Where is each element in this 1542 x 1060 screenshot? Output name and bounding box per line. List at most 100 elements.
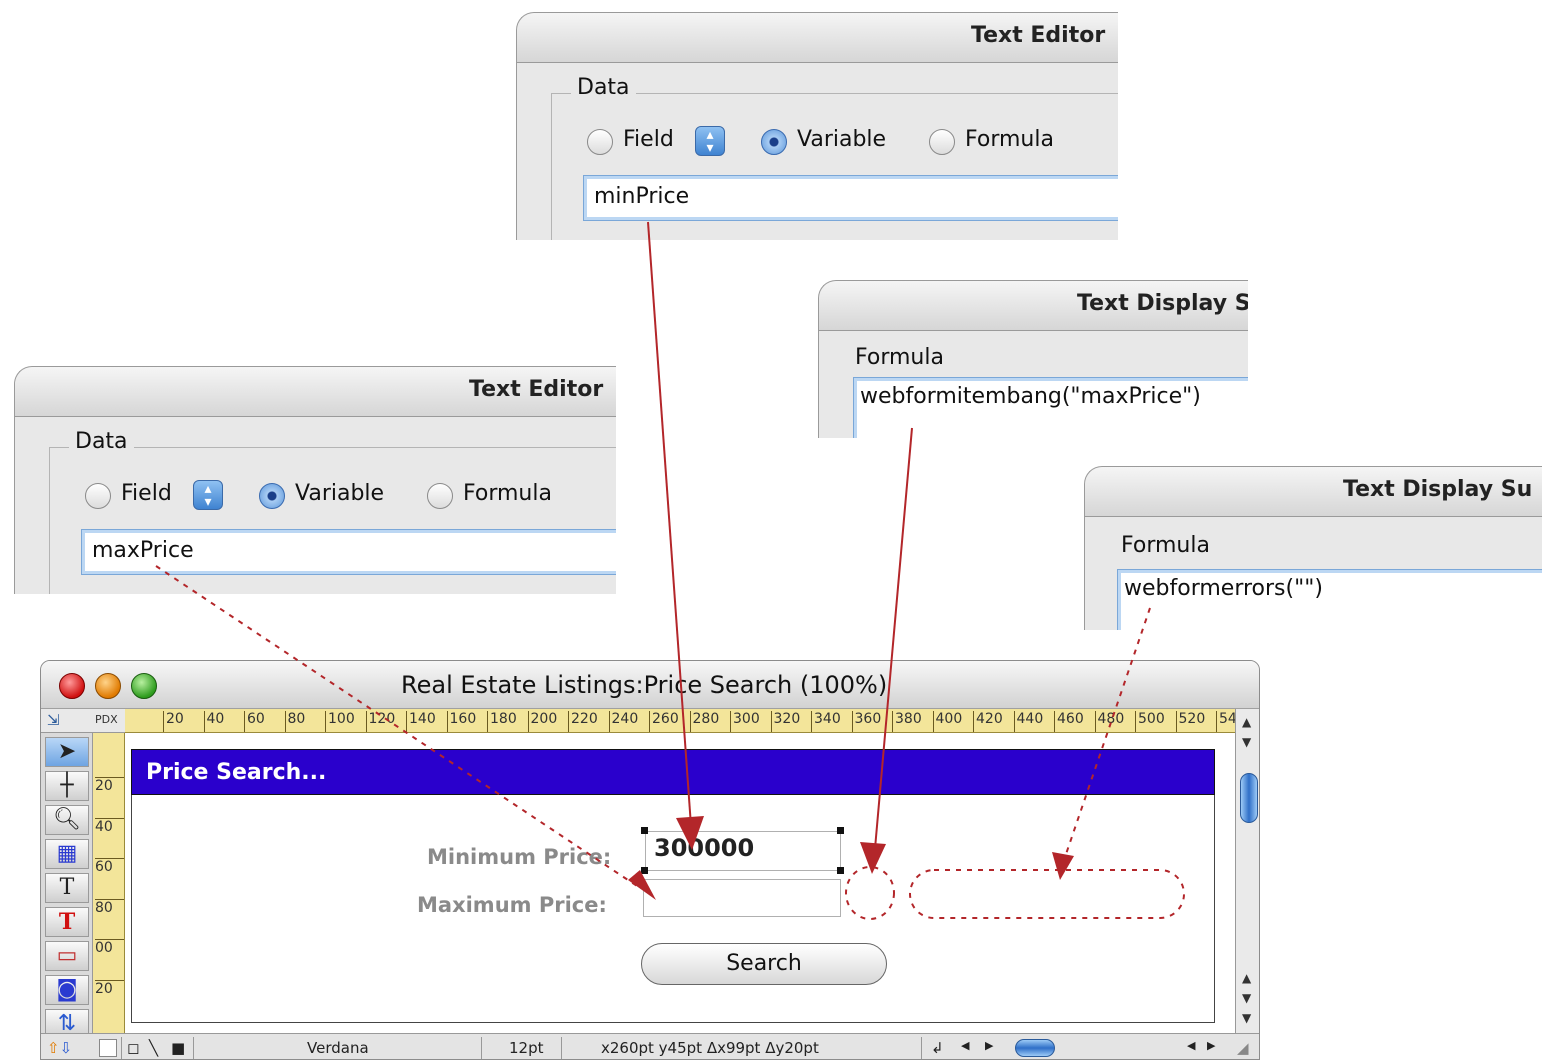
radio-formula[interactable] bbox=[427, 483, 453, 509]
crosshair-tool-icon[interactable]: ┼ bbox=[45, 771, 89, 801]
ruler-tick: 54 bbox=[1216, 711, 1235, 732]
ruler-tick: 240 bbox=[608, 711, 638, 732]
window-titlebar: Real Estate Listings:Price Search (100%) bbox=[41, 661, 1259, 709]
form-header: Price Search... bbox=[131, 749, 1215, 795]
status-bar: ⇧⇩ ◻ ╲ ■ Verdana 12pt x260pt y45pt Δx99p… bbox=[41, 1033, 1259, 1059]
radio-field[interactable] bbox=[85, 483, 111, 509]
ruler-tick: 460 bbox=[1054, 711, 1084, 732]
ruler-tick: 200 bbox=[527, 711, 557, 732]
scroll-right-icon[interactable]: ▶ bbox=[1207, 1039, 1215, 1052]
grid-tool-icon[interactable]: ▦ bbox=[45, 839, 89, 869]
panel-titlebar: Text Editor bbox=[15, 367, 616, 417]
search-button[interactable]: Search bbox=[641, 943, 887, 985]
minimize-button[interactable] bbox=[95, 673, 121, 699]
text-tool-icon[interactable]: T bbox=[45, 873, 89, 903]
ruler-unit[interactable]: PDX bbox=[95, 713, 118, 726]
pointer-tool-icon[interactable]: ➤ bbox=[45, 737, 89, 767]
radio-variable[interactable] bbox=[761, 129, 787, 155]
scroll-left-icon[interactable]: ◀ bbox=[961, 1039, 969, 1052]
radio-formula-label: Formula bbox=[463, 481, 552, 506]
ruler-top: 20 40 60 80 100 120 140 160 180 200 220 240 260 280 30… bbox=[125, 709, 1235, 733]
ruler-tick: 60 bbox=[244, 711, 265, 732]
scroll-down-icon[interactable]: ▼ bbox=[1242, 991, 1251, 1005]
maximum-price-label: Maximum Price: bbox=[417, 893, 607, 917]
scroll-down-icon[interactable]: ▼ bbox=[1242, 735, 1251, 749]
maximum-price-field[interactable] bbox=[643, 879, 841, 917]
divider bbox=[921, 1037, 922, 1059]
panel-titlebar: Text Display Su bbox=[1085, 467, 1542, 517]
ruler-tick: 180 bbox=[487, 711, 517, 732]
field-stepper-icon[interactable]: ▴ ▾ bbox=[193, 480, 223, 510]
radio-formula[interactable] bbox=[929, 129, 955, 155]
border-square-icon[interactable]: ◻ bbox=[127, 1039, 139, 1057]
ruler-tick: 20 bbox=[163, 711, 184, 732]
formula-input[interactable]: webformitembang("maxPrice") bbox=[853, 377, 1248, 438]
font-size[interactable]: 12pt bbox=[509, 1039, 544, 1057]
panel-titlebar: Text Editor bbox=[517, 13, 1118, 63]
ruler-tick: 80 bbox=[95, 898, 124, 916]
radio-variable-label: Variable bbox=[295, 481, 385, 506]
object-tool-icon[interactable]: ◙ bbox=[45, 975, 89, 1005]
selection-handle[interactable] bbox=[641, 867, 648, 874]
align-icon[interactable]: ↲ bbox=[931, 1039, 944, 1057]
ruler-tick: 520 bbox=[1175, 711, 1205, 732]
group-label: Data bbox=[571, 75, 636, 100]
minimum-price-label: Minimum Price: bbox=[427, 845, 612, 869]
ruler-tick: 20 bbox=[95, 777, 124, 794]
variable-input[interactable]: minPrice bbox=[583, 175, 1118, 221]
text-editor-panel-max: Text Editor Data Field ▴ ▾ Variable Formu… bbox=[14, 366, 616, 594]
close-button[interactable] bbox=[59, 673, 85, 699]
selection-handle[interactable] bbox=[837, 827, 844, 834]
ruler-tick: 40 bbox=[203, 711, 224, 732]
vertical-scroll-thumb[interactable] bbox=[1240, 773, 1258, 823]
divider bbox=[193, 1037, 194, 1059]
white-swatch-icon[interactable] bbox=[99, 1039, 117, 1057]
ruler-tick: 320 bbox=[770, 711, 800, 732]
ruler-tick: 380 bbox=[892, 711, 922, 732]
ruler-tick: 160 bbox=[446, 711, 476, 732]
radio-variable[interactable] bbox=[259, 483, 285, 509]
vertical-scrollbar[interactable]: ▲ ▼ ▲ ▼ ▼ bbox=[1235, 709, 1259, 1033]
ruler-tick: 60 bbox=[95, 858, 124, 875]
magnifier-tool-icon[interactable]: 🔍︎ bbox=[45, 805, 89, 835]
zoom-button[interactable] bbox=[131, 673, 157, 699]
scroll-left-icon[interactable]: ◀ bbox=[1187, 1039, 1195, 1052]
divider bbox=[481, 1037, 482, 1059]
panel-title: Text Display Su bbox=[1343, 477, 1533, 502]
panel-title: Text Editor bbox=[469, 377, 604, 402]
radio-variable-label: Variable bbox=[797, 127, 887, 152]
text-editor-tool-icon[interactable]: T bbox=[45, 907, 89, 937]
up-down-arrows-icon[interactable]: ⇧⇩ bbox=[47, 1039, 72, 1057]
formula-input[interactable]: webformerrors("") bbox=[1117, 569, 1542, 630]
panel-titlebar: Text Display Su bbox=[819, 281, 1248, 331]
selection-handle[interactable] bbox=[837, 867, 844, 874]
horizontal-scroll-thumb[interactable] bbox=[1015, 1039, 1055, 1057]
selection-handle[interactable] bbox=[641, 827, 648, 834]
form-canvas: Price Search... Minimum Price: 300000 Ma… bbox=[125, 733, 1235, 1033]
divider bbox=[561, 1037, 562, 1059]
form-design-window: Real Estate Listings:Price Search (100%)… bbox=[40, 660, 1260, 1060]
scroll-down-icon[interactable]: ▼ bbox=[1242, 1011, 1251, 1025]
variable-input[interactable]: maxPrice bbox=[81, 529, 616, 575]
ruler-tick: 340 bbox=[811, 711, 841, 732]
scroll-right-icon[interactable]: ▶ bbox=[985, 1039, 993, 1052]
text-display-panel-bang: Text Display Su Formula webformitembang(… bbox=[818, 280, 1248, 438]
line-tool-icon[interactable]: ╲ bbox=[149, 1039, 158, 1057]
group-label: Data bbox=[69, 429, 134, 454]
ruler-tick: 280 bbox=[689, 711, 719, 732]
font-name[interactable]: Verdana bbox=[307, 1039, 369, 1057]
ruler-tick: 80 bbox=[284, 711, 305, 732]
fill-square-icon[interactable]: ■ bbox=[171, 1039, 185, 1057]
scroll-up-icon[interactable]: ▲ bbox=[1242, 715, 1251, 729]
minimum-price-field[interactable]: 300000 bbox=[645, 831, 841, 871]
ruler-tick: 500 bbox=[1135, 711, 1165, 732]
field-stepper-icon[interactable]: ▴ ▾ bbox=[695, 126, 725, 156]
panel-title: Text Editor bbox=[971, 23, 1106, 48]
graphics-mode-icon[interactable]: ⇲ bbox=[47, 711, 60, 729]
radio-field[interactable] bbox=[587, 129, 613, 155]
scroll-up-icon[interactable]: ▲ bbox=[1242, 971, 1251, 985]
ruler-tick: 420 bbox=[973, 711, 1003, 732]
resize-grip-icon[interactable]: ◢ bbox=[1237, 1039, 1249, 1057]
rectangle-tool-icon[interactable]: ▭ bbox=[45, 941, 89, 971]
text-editor-panel-min: Text Editor Data Field ▴ ▾ Variable Formu… bbox=[516, 12, 1118, 240]
